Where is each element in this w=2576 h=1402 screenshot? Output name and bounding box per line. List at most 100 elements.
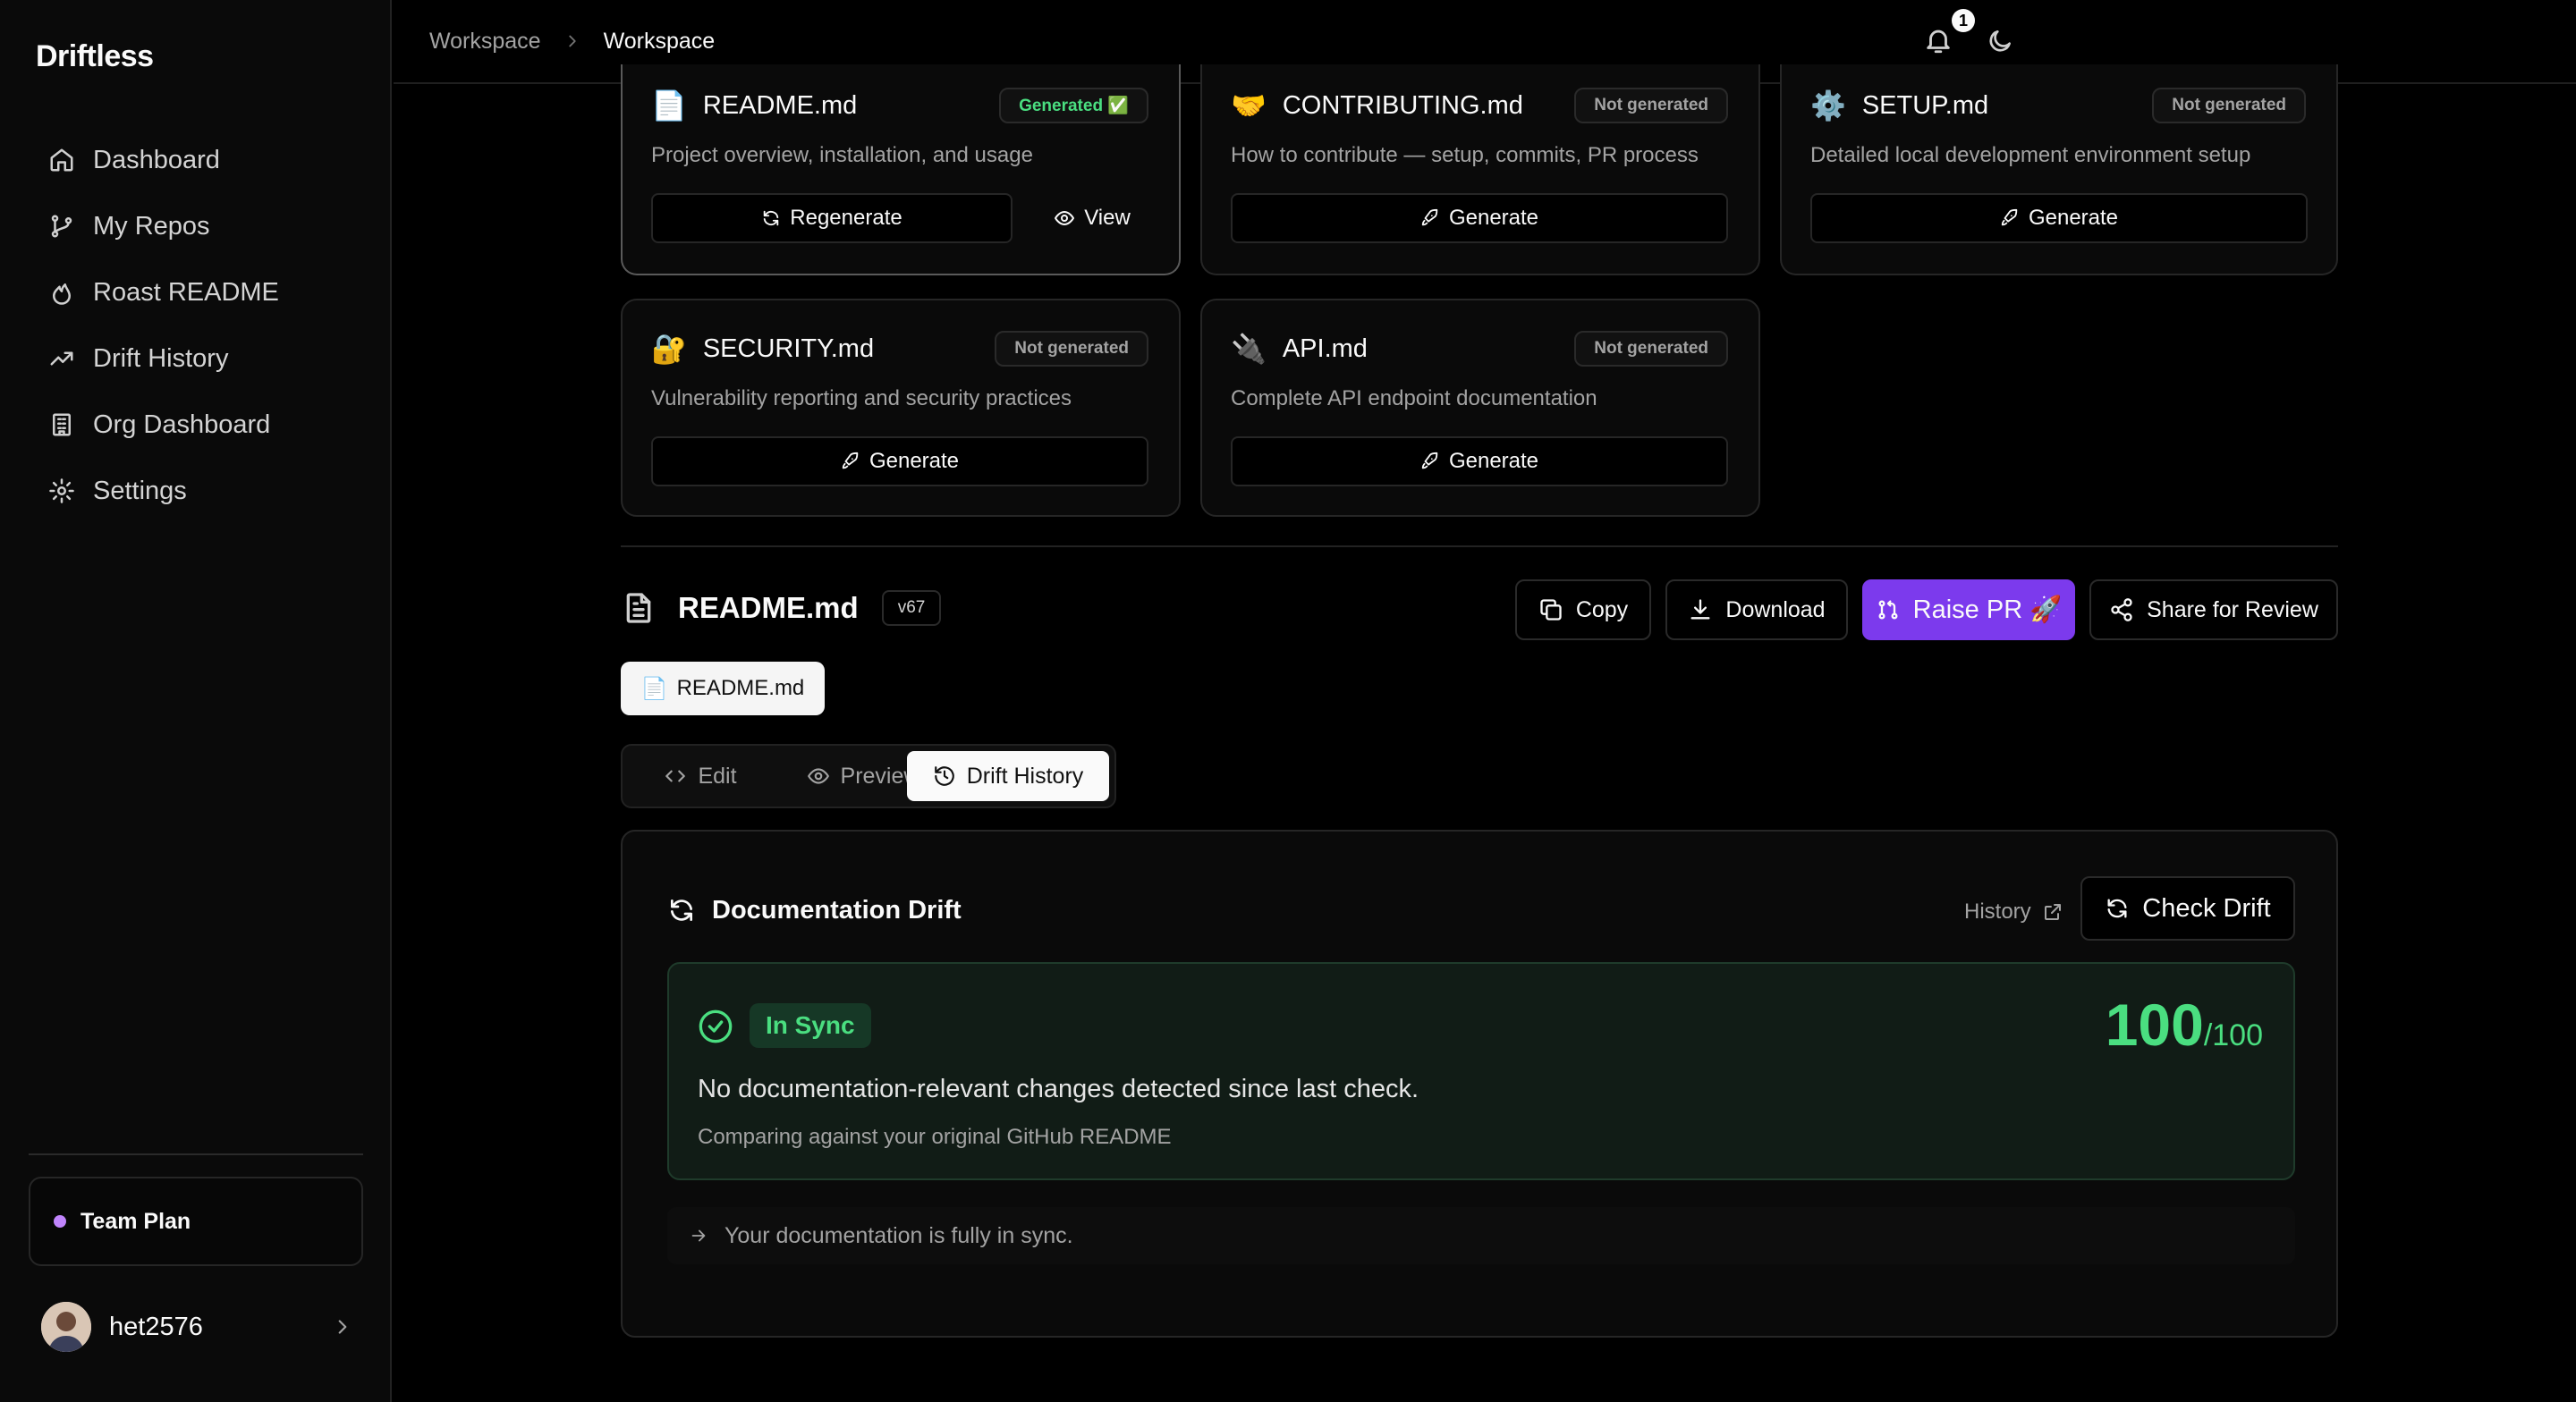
rocket-icon	[841, 452, 860, 471]
sidebar-divider	[29, 1153, 363, 1155]
tab-drift-history[interactable]: Drift History	[907, 751, 1109, 801]
generate-button[interactable]: Generate	[1231, 193, 1728, 243]
plan-dot	[54, 1215, 66, 1228]
card-title: CONTRIBUTING.md	[1282, 90, 1523, 120]
tab-label: Drift History	[966, 763, 1084, 789]
button-label: Generate	[1448, 449, 1539, 473]
share-review-button[interactable]: Share for Review	[2089, 579, 2338, 640]
git-branch-icon	[48, 213, 75, 240]
generate-button[interactable]: Generate	[1810, 193, 2308, 243]
doc-card-setup: ⚙️ SETUP.md Not generated Detailed local…	[1780, 64, 2338, 275]
handshake-icon: 🤝	[1231, 89, 1267, 122]
sidebar-item-org-dashboard[interactable]: Org Dashboard	[29, 397, 363, 452]
sidebar-item-dashboard[interactable]: Dashboard	[29, 132, 363, 188]
check-circle-icon	[698, 1009, 733, 1044]
drift-panel: Documentation Drift History Check Drift …	[621, 830, 2338, 1338]
button-label: Check Drift	[2142, 893, 2271, 923]
gear-icon: ⚙️	[1810, 89, 1846, 122]
eye-icon	[1054, 207, 1075, 229]
notification-badge: 1	[1952, 9, 1975, 32]
status-badge: Generated ✅	[999, 88, 1148, 123]
file-title: README.md	[678, 591, 859, 624]
copy-icon	[1538, 597, 1563, 622]
history-link[interactable]: History	[1964, 894, 2063, 930]
link-label: History	[1964, 899, 2031, 924]
button-label: Regenerate	[790, 206, 902, 230]
button-label: Raise PR 🚀	[1912, 595, 2063, 624]
git-pull-request-icon	[1876, 597, 1901, 622]
note-text: Your documentation is fully in sync.	[724, 1222, 1073, 1248]
generate-button[interactable]: Generate	[1231, 436, 1728, 486]
view-button[interactable]: View	[1025, 193, 1159, 243]
document-icon: 📄	[651, 89, 687, 122]
arrow-right-icon	[689, 1226, 708, 1246]
file-header: README.md v67	[621, 581, 942, 635]
breadcrumb-item-workspace[interactable]: Workspace	[429, 29, 541, 55]
plug-icon: 🔌	[1231, 333, 1267, 365]
tab-edit[interactable]: Edit	[635, 751, 766, 801]
card-description: Detailed local development environment s…	[1810, 143, 2251, 167]
user-name: het2576	[109, 1312, 203, 1341]
generate-button[interactable]: Generate	[651, 436, 1148, 486]
raise-pr-button[interactable]: Raise PR 🚀	[1862, 579, 2075, 640]
bell-icon[interactable]	[1923, 25, 1953, 55]
card-header: 🔐 SECURITY.md	[651, 324, 874, 374]
status-badge: Not generated	[2152, 88, 2306, 123]
share-icon	[2109, 597, 2134, 622]
card-description: Vulnerability reporting and security pra…	[651, 386, 1072, 410]
regenerate-button[interactable]: Regenerate	[651, 193, 1013, 243]
refresh-icon	[761, 208, 781, 228]
section-divider	[621, 545, 2338, 547]
button-label: Share for Review	[2147, 596, 2318, 622]
brand-logo[interactable]: Driftless	[36, 39, 154, 74]
file-tab-label: README.md	[676, 676, 805, 700]
status-badge: Not generated	[995, 331, 1148, 367]
download-icon	[1688, 597, 1713, 622]
status-badge: Not generated	[1574, 331, 1728, 367]
file-tab-readme[interactable]: 📄 README.md	[621, 662, 825, 715]
plan-card[interactable]: Team Plan	[29, 1177, 363, 1266]
button-label: View	[1084, 206, 1131, 230]
sidebar: Driftless Dashboard My Repos Roast READM…	[0, 0, 392, 1402]
sync-subtext: Comparing against your original GitHub R…	[698, 1125, 1172, 1149]
sidebar-item-label: My Repos	[93, 211, 210, 241]
button-label: Generate	[2028, 206, 2119, 230]
sidebar-item-roast-readme[interactable]: Roast README	[29, 265, 363, 320]
panel-header: Documentation Drift	[667, 892, 962, 928]
moon-icon[interactable]	[1986, 27, 2014, 55]
card-description: Complete API endpoint documentation	[1231, 386, 1597, 410]
doc-card-security: 🔐 SECURITY.md Not generated Vulnerabilit…	[621, 299, 1181, 517]
history-icon	[933, 764, 956, 788]
user-menu[interactable]: het2576	[41, 1302, 354, 1352]
gear-icon	[48, 477, 75, 504]
button-label: Copy	[1575, 596, 1629, 622]
card-header: 🤝 CONTRIBUTING.md	[1231, 80, 1523, 131]
card-title: API.md	[1282, 334, 1368, 363]
sidebar-item-my-repos[interactable]: My Repos	[29, 198, 363, 254]
document-icon: 📄	[640, 676, 668, 701]
download-button[interactable]: Download	[1665, 579, 1848, 640]
card-title: SETUP.md	[1861, 90, 1989, 120]
refresh-icon	[667, 896, 696, 925]
code-icon	[664, 764, 687, 788]
doc-card-contributing: 🤝 CONTRIBUTING.md Not generated How to c…	[1200, 64, 1760, 275]
rocket-icon	[2000, 208, 2020, 228]
sidebar-item-settings[interactable]: Settings	[29, 463, 363, 519]
sync-message: No documentation-relevant changes detect…	[698, 1075, 1419, 1103]
card-title: SECURITY.md	[702, 334, 875, 363]
card-description: Project overview, installation, and usag…	[651, 143, 1033, 167]
sidebar-item-drift-history[interactable]: Drift History	[29, 331, 363, 386]
doc-card-readme: 📄 README.md Generated ✅ Project overview…	[621, 64, 1181, 275]
eye-icon	[807, 764, 830, 788]
sync-status-card: In Sync 100 /100 No documentation-releva…	[667, 962, 2295, 1180]
copy-button[interactable]: Copy	[1515, 579, 1651, 640]
plan-label: Team Plan	[80, 1208, 191, 1234]
breadcrumb-current: Workspace	[603, 28, 716, 54]
building-icon	[48, 411, 75, 438]
panel-title: Documentation Drift	[712, 895, 962, 925]
external-link-icon	[2042, 901, 2063, 923]
check-drift-button[interactable]: Check Drift	[2080, 876, 2295, 941]
sidebar-item-label: Settings	[93, 476, 187, 505]
card-title: README.md	[702, 90, 858, 120]
home-icon	[48, 147, 75, 173]
